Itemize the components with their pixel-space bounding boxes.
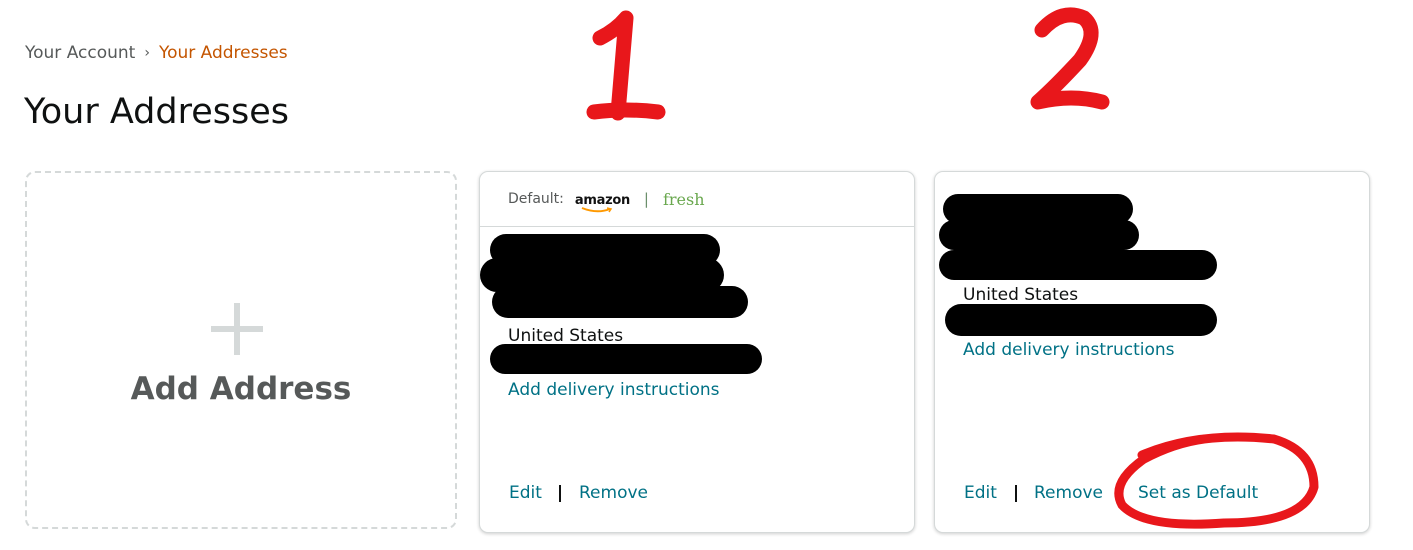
address-country: United States: [963, 285, 1079, 305]
address-card-default: Default: amazon | fresh United States Ad…: [479, 171, 915, 533]
remove-address-link[interactable]: Remove: [1034, 483, 1103, 503]
redacted-phone: [490, 344, 762, 374]
logo-separator: |: [643, 190, 649, 208]
fresh-logo: fresh: [662, 189, 705, 209]
action-separator: [559, 485, 561, 502]
annotation-number-1: [586, 10, 666, 121]
redacted-city: [492, 286, 748, 318]
amazon-smile-icon: [581, 207, 613, 213]
redacted-city: [939, 250, 1217, 280]
action-separator: [1015, 485, 1017, 502]
default-label: Default:: [508, 191, 564, 207]
remove-address-link[interactable]: Remove: [579, 483, 648, 503]
address-country: United States: [508, 326, 624, 346]
breadcrumb-your-account-link[interactable]: Your Account: [25, 43, 135, 63]
breadcrumb-current: Your Addresses: [158, 43, 288, 63]
redacted-phone: [945, 304, 1217, 336]
annotation-number-2: [1030, 7, 1110, 110]
amazon-logo: amazon: [574, 192, 630, 208]
add-delivery-instructions-link[interactable]: Add delivery instructions: [508, 380, 720, 400]
add-address-label: Add Address: [130, 371, 352, 407]
plus-icon: [211, 303, 263, 355]
edit-address-link[interactable]: Edit: [964, 483, 997, 503]
set-as-default-link[interactable]: Set as Default: [1138, 483, 1258, 503]
add-delivery-instructions-link[interactable]: Add delivery instructions: [963, 340, 1175, 360]
address-card: United States Add delivery instructions …: [934, 171, 1370, 533]
breadcrumb: Your Account › Your Addresses: [25, 42, 288, 65]
edit-address-link[interactable]: Edit: [509, 483, 542, 503]
redacted-street: [939, 220, 1139, 250]
default-address-header: Default: amazon | fresh: [480, 172, 914, 227]
page-title: Your Addresses: [24, 92, 289, 132]
page: Your Account › Your Addresses Your Address…: [0, 0, 1413, 550]
add-address-card[interactable]: Add Address: [25, 171, 457, 529]
breadcrumb-separator-icon: ›: [144, 45, 150, 61]
